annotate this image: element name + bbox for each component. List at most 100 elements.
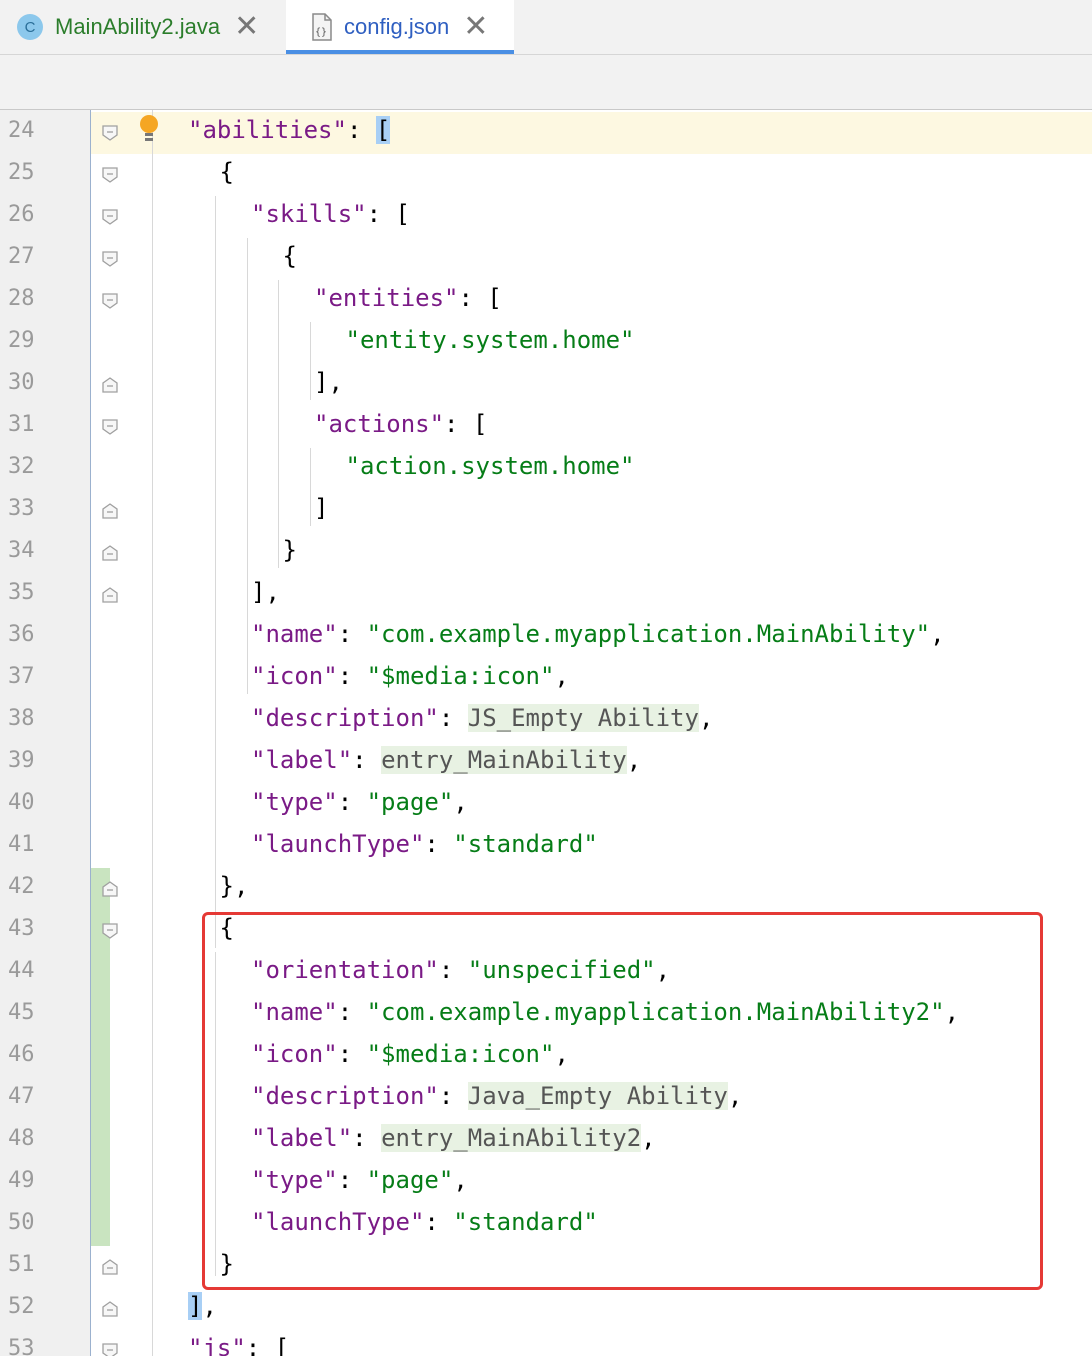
line-number: 47 bbox=[8, 1084, 35, 1109]
json-string: "$media:icon" bbox=[366, 662, 555, 690]
json-file-icon: {} bbox=[310, 13, 334, 41]
tab-label: MainAbility2.java bbox=[55, 14, 221, 39]
json-key: "actions" bbox=[314, 410, 445, 438]
fold-close-icon[interactable] bbox=[101, 880, 119, 898]
fold-close-icon[interactable] bbox=[101, 544, 119, 562]
code-line[interactable]: 25 { bbox=[0, 154, 1092, 196]
bracket-match: ] bbox=[188, 1292, 203, 1320]
json-key: "name" bbox=[251, 620, 338, 648]
code-line[interactable]: 33] bbox=[0, 490, 1092, 532]
punctuation: { bbox=[219, 158, 234, 186]
code-line[interactable]: 36 "name": "com.example.myapplication.Mai… bbox=[0, 616, 1092, 658]
breadcrumb-bar bbox=[0, 54, 1092, 110]
code-line[interactable]: 31 "actions": [ bbox=[0, 406, 1092, 448]
fold-open-icon[interactable] bbox=[101, 208, 119, 226]
svg-text:{}: {} bbox=[315, 27, 327, 38]
code-text: "icon": "$media:icon", bbox=[251, 662, 569, 690]
json-key: "label" bbox=[251, 746, 353, 774]
fold-open-icon[interactable] bbox=[101, 124, 119, 142]
line-number: 48 bbox=[8, 1126, 35, 1151]
fold-open-icon[interactable] bbox=[101, 418, 119, 436]
tab-config-json[interactable]: {} config.json ✕ bbox=[286, 0, 514, 54]
tab-mainability2-java[interactable]: C MainAbility2.java ✕ bbox=[0, 0, 286, 54]
punctuation: , bbox=[930, 620, 945, 648]
close-icon[interactable]: ✕ bbox=[463, 12, 488, 42]
code-line[interactable]: 28 "entities": [ bbox=[0, 280, 1092, 322]
fold-close-icon[interactable] bbox=[101, 1258, 119, 1276]
code-text: ], bbox=[314, 368, 343, 396]
code-text: "type": "page", bbox=[251, 788, 468, 816]
fold-close-icon[interactable] bbox=[101, 502, 119, 520]
line-number: 39 bbox=[8, 748, 35, 773]
code-line[interactable]: 39 "label": entry_MainAbility, bbox=[0, 742, 1092, 784]
code-editor[interactable]: 24 "abilities": [25{26 "skills": [27{28 "en… bbox=[0, 110, 1092, 1356]
fold-open-icon[interactable] bbox=[101, 1342, 119, 1356]
punctuation: : bbox=[424, 830, 454, 858]
fold-open-icon[interactable] bbox=[101, 292, 119, 310]
code-line[interactable]: 37 "icon": "$media:icon", bbox=[0, 658, 1092, 700]
line-number: 38 bbox=[8, 706, 35, 731]
fold-open-icon[interactable] bbox=[101, 922, 119, 940]
line-number: 46 bbox=[8, 1042, 35, 1067]
punctuation: : bbox=[346, 116, 376, 144]
lightbulb-icon[interactable] bbox=[138, 114, 160, 148]
code-line[interactable]: 40 "type": "page", bbox=[0, 784, 1092, 826]
code-line[interactable]: 53 "js": [ bbox=[0, 1330, 1092, 1356]
line-number: 50 bbox=[8, 1210, 35, 1235]
line-number: 45 bbox=[8, 1000, 35, 1025]
punctuation: : [ bbox=[366, 200, 410, 228]
code-line[interactable]: 34} bbox=[0, 532, 1092, 574]
code-text: "entities": [ bbox=[314, 284, 502, 312]
code-text: { bbox=[220, 158, 234, 186]
code-text: { bbox=[283, 242, 297, 270]
json-key: "type" bbox=[251, 788, 338, 816]
resource-placeholder: entry_MainAbility bbox=[381, 746, 627, 774]
punctuation: : [ bbox=[458, 284, 502, 312]
code-text: "label": entry_MainAbility, bbox=[251, 746, 641, 774]
line-number: 30 bbox=[8, 370, 35, 395]
code-line[interactable]: 30], bbox=[0, 364, 1092, 406]
json-string: "action.system.home" bbox=[345, 452, 635, 480]
code-text: "action.system.home" bbox=[346, 452, 635, 480]
json-string: "standard" bbox=[453, 830, 598, 858]
code-line[interactable]: 52], bbox=[0, 1288, 1092, 1330]
code-text: "description": JS_Empty Ability, bbox=[251, 704, 713, 732]
line-number: 33 bbox=[8, 496, 35, 521]
line-number: 43 bbox=[8, 916, 35, 941]
punctuation: } bbox=[282, 536, 297, 564]
code-text: "actions": [ bbox=[314, 410, 487, 438]
json-key: "skills" bbox=[251, 200, 367, 228]
tab-label: config.json bbox=[344, 14, 450, 39]
code-line[interactable]: 35], bbox=[0, 574, 1092, 616]
line-number: 26 bbox=[8, 202, 35, 227]
code-text: } bbox=[283, 536, 297, 564]
code-line[interactable]: 42}, bbox=[0, 868, 1092, 910]
code-text: "skills": [ bbox=[251, 200, 410, 228]
punctuation: , bbox=[626, 746, 642, 774]
bracket-match: [ bbox=[375, 116, 391, 144]
code-line[interactable]: 32 "action.system.home" bbox=[0, 448, 1092, 490]
json-key: "description" bbox=[251, 704, 439, 732]
punctuation: : bbox=[352, 746, 382, 774]
punctuation: : bbox=[337, 788, 367, 816]
fold-close-icon[interactable] bbox=[101, 376, 119, 394]
line-number: 32 bbox=[8, 454, 35, 479]
code-line[interactable]: 41 "launchType": "standard" bbox=[0, 826, 1092, 868]
line-number: 31 bbox=[8, 412, 35, 437]
code-line[interactable]: 38 "description": JS_Empty Ability, bbox=[0, 700, 1092, 742]
punctuation: ], bbox=[314, 368, 343, 396]
line-number: 28 bbox=[8, 286, 35, 311]
code-line[interactable]: 24 "abilities": [ bbox=[0, 112, 1092, 154]
fold-close-icon[interactable] bbox=[101, 1300, 119, 1318]
close-icon[interactable]: ✕ bbox=[234, 12, 259, 42]
punctuation: , bbox=[453, 788, 468, 816]
code-line[interactable]: 29 "entity.system.home" bbox=[0, 322, 1092, 364]
line-number: 24 bbox=[8, 118, 35, 143]
json-key: "js" bbox=[188, 1334, 246, 1356]
line-number: 36 bbox=[8, 622, 35, 647]
fold-open-icon[interactable] bbox=[101, 250, 119, 268]
code-line[interactable]: 27 { bbox=[0, 238, 1092, 280]
fold-close-icon[interactable] bbox=[101, 586, 119, 604]
code-line[interactable]: 26 "skills": [ bbox=[0, 196, 1092, 238]
fold-open-icon[interactable] bbox=[101, 166, 119, 184]
